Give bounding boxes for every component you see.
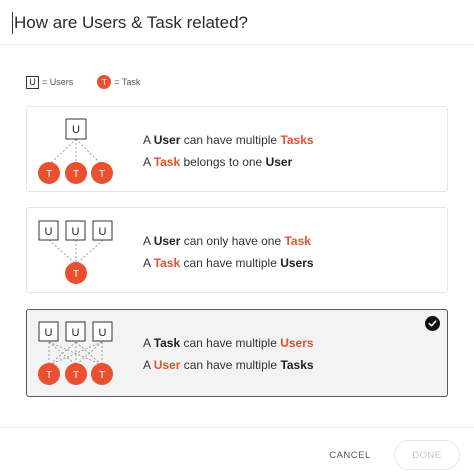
- user-box-glyph: U: [72, 124, 80, 136]
- dialog-title: How are Users & Task related?: [12, 12, 249, 34]
- option-one-to-many[interactable]: U T T T A User can have multiple Tasks A …: [26, 106, 448, 192]
- text-segment: A: [143, 234, 154, 248]
- svg-text:U: U: [72, 226, 80, 238]
- emphasized-term: Task: [153, 336, 181, 350]
- option-description: A Task can have multiple Users A User can…: [143, 332, 314, 376]
- emphasized-term: User: [153, 358, 181, 372]
- option-text-line: A Task can have multiple Users: [143, 252, 314, 274]
- user-box-icon: U: [26, 75, 39, 89]
- cancel-button[interactable]: CANCEL: [322, 441, 378, 469]
- text-segment: belongs to one: [180, 155, 266, 169]
- many-to-one-diagram: U U U T: [27, 208, 131, 292]
- emphasized-term: Tasks: [280, 358, 314, 372]
- emphasized-term: Task: [284, 234, 311, 248]
- svg-text:T: T: [73, 370, 79, 381]
- text-segment: A: [143, 336, 154, 350]
- text-segment: A: [143, 155, 154, 169]
- svg-text:U: U: [99, 226, 107, 238]
- option-text-line: A User can have multiple Tasks: [143, 129, 314, 151]
- svg-text:T: T: [46, 169, 52, 180]
- many-to-many-diagram: U U U T T T: [27, 310, 131, 396]
- svg-text:U: U: [45, 327, 53, 339]
- legend-task-label: = Task: [114, 77, 141, 87]
- emphasized-term: User: [153, 133, 181, 147]
- selected-check-icon: [425, 316, 440, 331]
- option-text-line: A Task can have multiple Users: [143, 332, 314, 354]
- option-text-line: A User can only have one Task: [143, 230, 314, 252]
- svg-text:T: T: [99, 169, 105, 180]
- option-text-line: A User can have multiple Tasks: [143, 354, 314, 376]
- svg-text:U: U: [99, 327, 107, 339]
- option-many-to-one[interactable]: U U U T A User can only have one Task A T…: [26, 207, 448, 293]
- legend-users-label: = Users: [42, 77, 74, 87]
- text-segment: can have multiple: [180, 256, 281, 270]
- option-text-line: A Task belongs to one User: [143, 151, 314, 173]
- done-button[interactable]: DONE: [394, 440, 460, 470]
- option-many-to-many[interactable]: U U U T T T A Task can have multiple Use…: [26, 309, 448, 397]
- text-segment: A: [143, 256, 154, 270]
- text-segment: A: [143, 358, 154, 372]
- emphasized-term: Task: [153, 256, 181, 270]
- option-description: A User can have multiple Tasks A Task bel…: [143, 129, 314, 173]
- emphasized-term: Tasks: [280, 133, 314, 147]
- emphasized-term: Task: [153, 155, 181, 169]
- svg-text:T: T: [73, 169, 79, 180]
- emphasized-term: Users: [280, 336, 314, 350]
- emphasized-term: User: [153, 234, 181, 248]
- svg-text:T: T: [73, 269, 79, 280]
- svg-text:U: U: [45, 226, 53, 238]
- emphasized-term: User: [265, 155, 293, 169]
- text-segment: can have multiple: [180, 358, 281, 372]
- text-segment: can have multiple: [180, 133, 281, 147]
- svg-text:U: U: [72, 327, 80, 339]
- header-divider: [0, 44, 474, 45]
- text-segment: can only have one: [180, 234, 285, 248]
- emphasized-term: Users: [280, 256, 314, 270]
- text-segment: can have multiple: [180, 336, 281, 350]
- svg-text:T: T: [46, 370, 52, 381]
- one-to-many-diagram: U T T T: [27, 107, 131, 191]
- footer-divider: [0, 427, 474, 428]
- task-circle-icon: T: [97, 75, 112, 89]
- legend: U = Users T = Task: [26, 74, 140, 90]
- svg-text:T: T: [99, 370, 105, 381]
- option-description: A User can only have one Task A Task can …: [143, 230, 314, 274]
- text-segment: A: [143, 133, 154, 147]
